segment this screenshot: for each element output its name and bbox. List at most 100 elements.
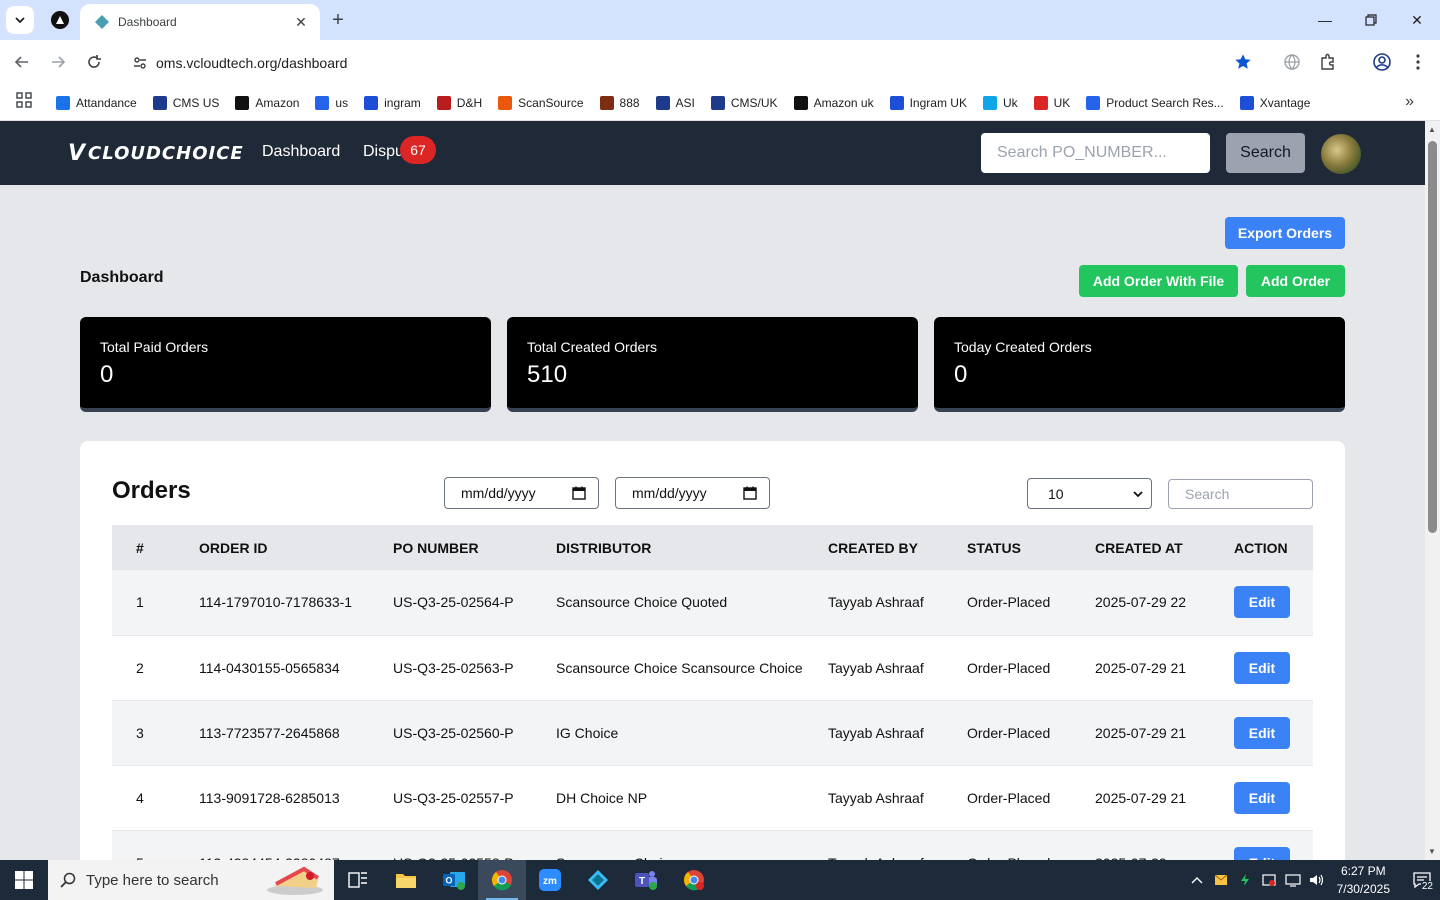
power-app-icon[interactable]	[1233, 873, 1257, 887]
bookmark-item[interactable]: Product Search Res...	[1086, 95, 1224, 110]
volume-icon[interactable]	[1305, 873, 1329, 887]
back-arrow-icon[interactable]	[8, 48, 36, 76]
nav-dashboard[interactable]: Dashboard	[262, 143, 340, 161]
windows-taskbar: Type here to search O zm T 6:27 PM 7/30/…	[0, 860, 1440, 900]
zoom-icon[interactable]: zm	[526, 860, 574, 900]
minimize-icon[interactable]: —	[1302, 0, 1348, 40]
reload-icon[interactable]	[80, 48, 108, 76]
taskbar-search-box[interactable]: Type here to search	[48, 860, 334, 900]
windows-start-icon[interactable]	[0, 860, 48, 900]
browser-menu-icon[interactable]	[1406, 50, 1430, 74]
mail-icon[interactable]	[1209, 874, 1233, 886]
chrome-profile-icon[interactable]	[670, 860, 718, 900]
calendar-icon[interactable]	[743, 486, 757, 500]
bookmark-item[interactable]: ingram	[364, 95, 421, 110]
created-at-cell: 2025-07-29 21	[1087, 635, 1226, 701]
bookmark-item[interactable]: Ingram UK	[889, 95, 967, 110]
cloudchoice-logo[interactable]: V CLOUDCHOICE	[68, 141, 244, 166]
apps-grid-icon[interactable]	[16, 92, 36, 113]
bookmark-item[interactable]: D&H	[436, 95, 482, 110]
bookmark-item[interactable]: Amazon	[235, 95, 299, 110]
close-tab-icon[interactable]: ✕	[292, 14, 310, 31]
bookmark-item[interactable]: UK	[1033, 95, 1070, 110]
bookmark-item[interactable]: Xvantage	[1239, 95, 1310, 110]
edit-button[interactable]: Edit	[1234, 586, 1290, 619]
chrome-icon[interactable]	[478, 860, 526, 900]
security-app-icon[interactable]	[1257, 873, 1281, 887]
bookmark-favicon-icon	[982, 95, 997, 110]
tab-search-button[interactable]	[6, 6, 34, 34]
column-header[interactable]: STATUS	[959, 525, 1087, 570]
teams-icon[interactable]: T	[622, 860, 670, 900]
bookmark-item[interactable]: Uk	[982, 95, 1018, 110]
add-order-with-file-button[interactable]: Add Order With File	[1079, 265, 1238, 297]
forward-arrow-icon[interactable]	[44, 48, 72, 76]
show-hidden-icons-icon[interactable]	[1185, 876, 1209, 884]
app-diamond-icon[interactable]	[574, 860, 622, 900]
table-row[interactable]: 2 114-0430155-0565834 US-Q3-25-02563-P Scan…	[112, 635, 1313, 701]
table-row[interactable]: 3 113-7723577-2645868 US-Q3-25-02560-P IG C…	[112, 700, 1313, 766]
edit-button[interactable]: Edit	[1234, 781, 1290, 814]
column-header[interactable]: #	[112, 525, 191, 570]
bookmark-item[interactable]: CMS US	[152, 95, 219, 110]
scrollbar-thumb[interactable]	[1428, 141, 1437, 533]
search-button[interactable]: Search	[1226, 133, 1305, 173]
bookmark-item[interactable]: ScanSource	[498, 95, 584, 110]
bookmark-item[interactable]: us	[315, 95, 348, 110]
edit-button[interactable]: Edit	[1234, 716, 1290, 749]
date-from-input[interactable]: mm/dd/yyyy	[444, 477, 599, 509]
order-id-cell: 113-7723577-2645868	[191, 700, 385, 766]
column-header[interactable]: ORDER ID	[191, 525, 385, 570]
page-size-select[interactable]: 10	[1027, 478, 1152, 509]
orders-search-input[interactable]	[1168, 479, 1313, 509]
table-row[interactable]: 5113-4384454-3380487US-Q3-25-02558-PScan…	[112, 830, 1313, 860]
taskbar-clock[interactable]: 6:27 PM 7/30/2025	[1337, 862, 1390, 898]
table-row[interactable]: 4 113-9091728-6285013 US-Q3-25-02557-P DH C…	[112, 765, 1313, 831]
new-tab-button[interactable]: +	[326, 8, 350, 32]
file-explorer-icon[interactable]	[382, 860, 430, 900]
more-bookmarks-icon[interactable]: »	[1405, 93, 1414, 111]
address-bar[interactable]: oms.vcloudtech.org/dashboard	[118, 46, 1264, 80]
profile-icon[interactable]	[1370, 50, 1394, 74]
bookmark-item[interactable]: CMS/UK	[710, 95, 778, 110]
translate-icon[interactable]	[1280, 50, 1304, 74]
page-scrollbar[interactable]: ▲ ▼	[1425, 121, 1440, 860]
scroll-up-icon[interactable]: ▲	[1428, 125, 1436, 134]
stat-card-total-paid: Total Paid Orders 0	[80, 317, 491, 412]
close-window-icon[interactable]: ✕	[1394, 0, 1440, 40]
task-view-icon[interactable]	[334, 860, 382, 900]
bookmark-item[interactable]: Amazon uk	[793, 95, 874, 110]
export-orders-button[interactable]: Export Orders	[1225, 217, 1345, 249]
column-header[interactable]: DISTRIBUTOR	[548, 525, 820, 570]
column-header[interactable]: CREATED AT	[1087, 525, 1226, 570]
user-avatar[interactable]	[1321, 134, 1361, 174]
calendar-icon[interactable]	[572, 486, 586, 500]
restore-icon[interactable]	[1348, 0, 1394, 40]
nav-disputes[interactable]: Dispu	[363, 143, 404, 161]
bookmark-favicon-icon	[1239, 95, 1254, 110]
po-number-search-input[interactable]	[981, 133, 1210, 173]
bookmark-label: 888	[619, 95, 640, 110]
tab-dashboard[interactable]: Dashboard ✕	[80, 4, 320, 40]
site-info-icon[interactable]	[124, 55, 156, 71]
bookmark-star-icon[interactable]	[1234, 53, 1252, 76]
created-at-cell: 2025-07-29 22	[1087, 570, 1226, 636]
outlook-icon[interactable]: O	[430, 860, 478, 900]
search-icon	[60, 872, 76, 888]
table-row[interactable]: 1 114-1797010-7178633-1 US-Q3-25-02564-P Sc…	[112, 570, 1313, 636]
edit-button[interactable]: Edit	[1234, 651, 1290, 684]
notification-center-icon[interactable]: 22	[1404, 872, 1440, 892]
bookmark-item[interactable]: ASI	[655, 95, 695, 110]
pinned-tab[interactable]	[44, 6, 76, 34]
scroll-down-icon[interactable]: ▼	[1428, 847, 1436, 856]
extensions-icon[interactable]	[1316, 50, 1340, 74]
column-header[interactable]: ACTION	[1226, 525, 1313, 570]
bookmark-item[interactable]: Attandance	[56, 95, 137, 110]
edit-button[interactable]: Edit	[1234, 846, 1290, 860]
bookmark-item[interactable]: 888	[599, 95, 640, 110]
add-order-button[interactable]: Add Order	[1246, 265, 1345, 297]
date-to-input[interactable]: mm/dd/yyyy	[615, 477, 770, 509]
network-icon[interactable]	[1281, 873, 1305, 887]
column-header[interactable]: PO NUMBER	[385, 525, 548, 570]
column-header[interactable]: CREATED BY	[820, 525, 959, 570]
